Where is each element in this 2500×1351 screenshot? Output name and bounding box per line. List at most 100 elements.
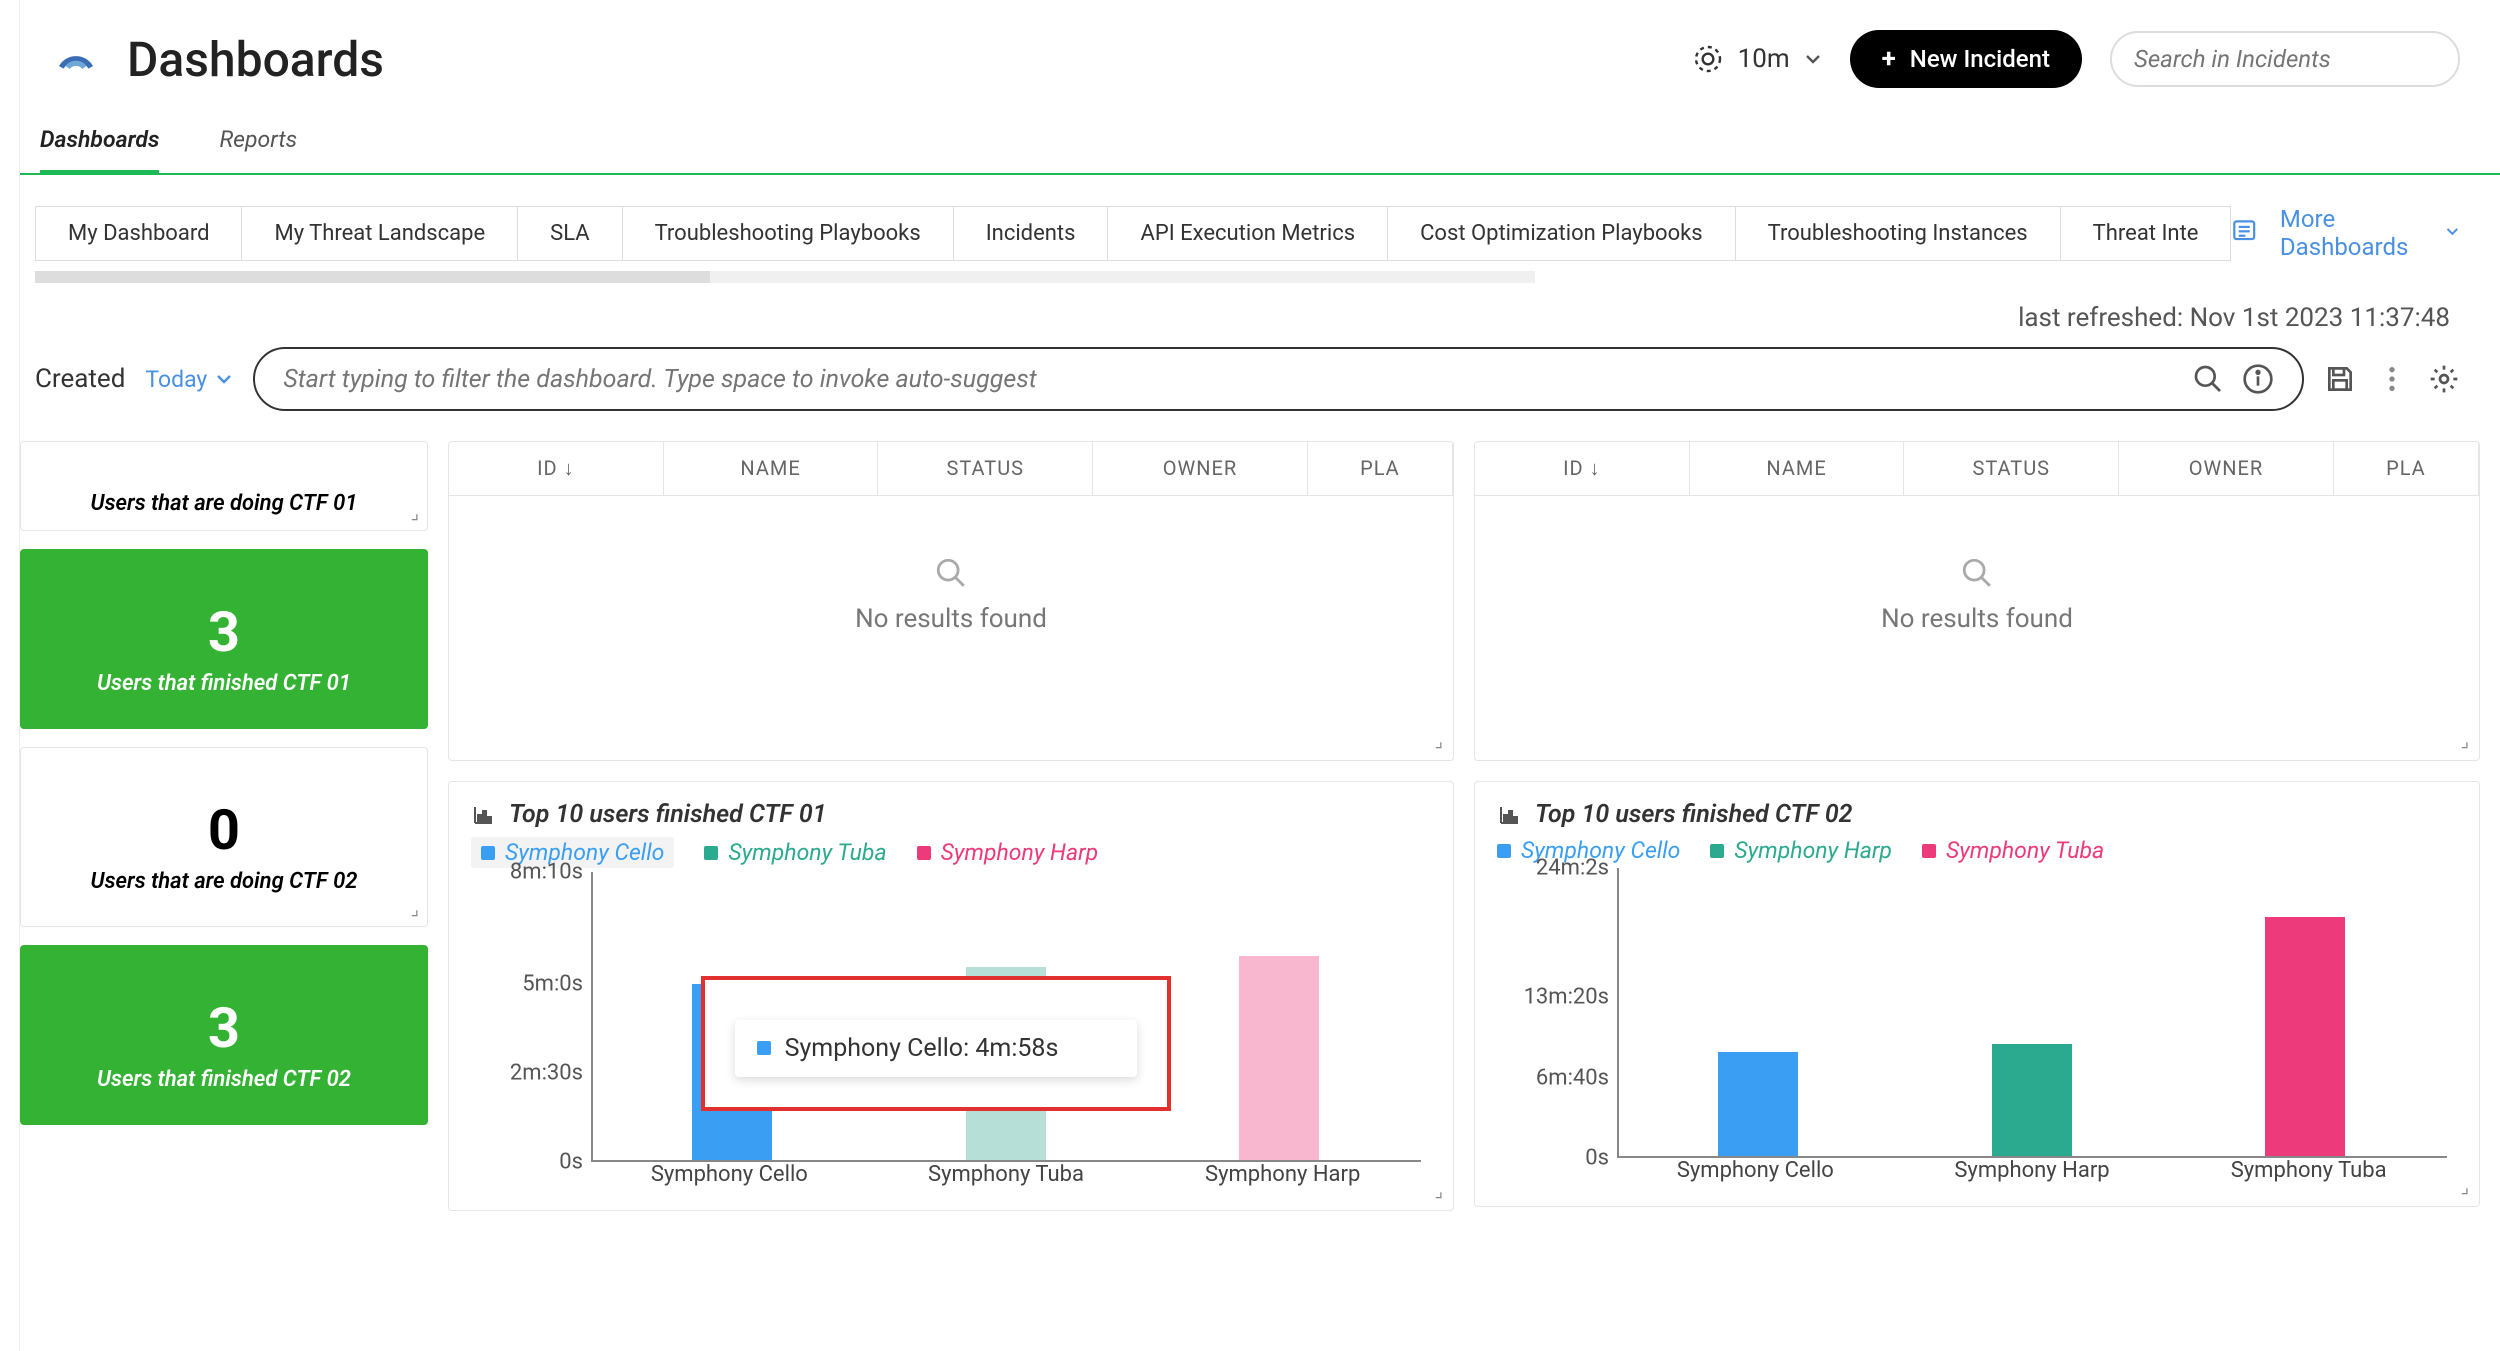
- dashboard-tab[interactable]: Threat Inte: [2061, 206, 2232, 261]
- stat-label: Users that finished CTF 01: [35, 671, 413, 696]
- dashboard-content: Users that are doing CTF 01 ⌟ 3 Users th…: [0, 441, 2500, 1211]
- stat-label: Users that finished CTF 02: [35, 1067, 413, 1092]
- legend-swatch: [1922, 844, 1936, 858]
- chart-bar[interactable]: [2265, 917, 2345, 1156]
- table-header: ID ↓ NAME STATUS OWNER PLA: [449, 442, 1453, 496]
- page-header: Dashboards 10m + New Incident: [0, 0, 2500, 108]
- resize-handle-icon[interactable]: ⌟: [2461, 731, 2469, 752]
- chart-title: Top 10 users finished CTF 02: [1535, 800, 1853, 829]
- column-header[interactable]: OWNER: [2119, 442, 2334, 495]
- legend-item[interactable]: Symphony Tuba: [1922, 837, 2104, 864]
- dashboard-tab[interactable]: Incidents: [954, 206, 1109, 261]
- app-logo-icon: [55, 38, 97, 80]
- chevron-down-icon: [2445, 224, 2460, 242]
- chart-bar[interactable]: [1718, 1052, 1798, 1156]
- incidents-table-panel-2: ID ↓ NAME STATUS OWNER PLA No results fo…: [1474, 441, 2480, 761]
- search-icon[interactable]: [2192, 363, 2224, 395]
- legend-item[interactable]: Symphony Harp: [1710, 837, 1892, 864]
- tab-reports[interactable]: Reports: [219, 108, 297, 173]
- resize-handle-icon[interactable]: ⌟: [2461, 1177, 2469, 1198]
- column-header[interactable]: STATUS: [878, 442, 1093, 495]
- chevron-down-icon: [215, 370, 233, 388]
- stat-value: 0: [35, 797, 413, 863]
- legend-item[interactable]: Symphony Harp: [917, 837, 1099, 868]
- stat-value: 3: [35, 995, 413, 1061]
- no-results: No results found: [449, 496, 1453, 694]
- table-header: ID ↓ NAME STATUS OWNER PLA: [1475, 442, 2479, 496]
- plus-icon: +: [1882, 44, 1896, 74]
- save-icon[interactable]: [2324, 363, 2356, 395]
- legend-item[interactable]: Symphony Tuba: [704, 837, 886, 868]
- dashboard-tab[interactable]: My Threat Landscape: [242, 206, 518, 261]
- incidents-table-panel-1: ID ↓ NAME STATUS OWNER PLA No results fo…: [448, 441, 1454, 761]
- stat-label: Users that are doing CTF 02: [35, 869, 413, 894]
- refresh-interval-value: 10m: [1738, 44, 1790, 74]
- bar-chart-icon: [471, 803, 495, 827]
- main-tabs: Dashboards Reports: [0, 108, 2500, 175]
- filter-row: Created Today: [0, 333, 2500, 441]
- y-axis: 8m:10s 5m:0s 2m:30s 0s: [471, 872, 591, 1162]
- search-incidents-input[interactable]: [2134, 45, 2445, 73]
- chart-panel-ctf02: Top 10 users finished CTF 02 Symphony Ce…: [1474, 781, 2480, 1207]
- column-header[interactable]: PLA: [2334, 442, 2479, 495]
- dashboard-tab[interactable]: Cost Optimization Playbooks: [1388, 206, 1736, 261]
- stat-card-ctf02-doing: 0 Users that are doing CTF 02 ⌟: [20, 747, 428, 927]
- chart-legend: Symphony Cello Symphony Harp Symphony Tu…: [1497, 837, 2457, 864]
- column-header[interactable]: NAME: [1690, 442, 1905, 495]
- resize-handle-icon[interactable]: ⌟: [411, 503, 419, 524]
- chevron-down-icon: [1804, 50, 1822, 68]
- dashboard-tab[interactable]: SLA: [518, 206, 622, 261]
- last-refreshed-text: last refreshed: Nov 1st 2023 11:37:48: [0, 283, 2500, 333]
- created-range-selector[interactable]: Today: [145, 366, 233, 393]
- stat-value: 3: [35, 599, 413, 665]
- new-incident-button[interactable]: + New Incident: [1850, 30, 2082, 88]
- list-icon[interactable]: [2231, 217, 2257, 249]
- dashboard-tab[interactable]: My Dashboard: [35, 206, 242, 261]
- y-axis: 24m:2s 13m:20s 6m:40s 0s: [1497, 868, 1617, 1158]
- stat-label: Users that are doing CTF 01: [35, 491, 413, 516]
- more-vertical-icon[interactable]: [2376, 363, 2408, 395]
- chart-bar[interactable]: [1239, 956, 1319, 1160]
- column-header[interactable]: ID ↓: [449, 442, 664, 495]
- dashboard-tab[interactable]: Troubleshooting Playbooks: [623, 206, 954, 261]
- created-label: Created: [35, 364, 125, 394]
- dashboard-tab[interactable]: Troubleshooting Instances: [1736, 206, 2061, 261]
- legend-swatch: [481, 846, 495, 860]
- x-axis: Symphony Cello Symphony Harp Symphony Tu…: [1617, 1158, 2447, 1188]
- plot: Symphony Cello: 4m:58s: [591, 872, 1421, 1162]
- search-icon: [934, 556, 968, 590]
- chart-plot-area: 8m:10s 5m:0s 2m:30s 0s Symphony Cello: 4…: [471, 872, 1431, 1192]
- column-header[interactable]: STATUS: [1904, 442, 2119, 495]
- gear-icon[interactable]: [2428, 363, 2460, 395]
- search-incidents-field[interactable]: [2110, 31, 2460, 87]
- chart-bar[interactable]: [1992, 1044, 2072, 1156]
- refresh-icon: [1692, 43, 1724, 75]
- column-header[interactable]: ID ↓: [1475, 442, 1690, 495]
- dashboard-tab[interactable]: API Execution Metrics: [1108, 206, 1388, 261]
- resize-handle-icon[interactable]: ⌟: [1435, 731, 1443, 752]
- dashboard-tab-strip: My Dashboard My Threat Landscape SLA Tro…: [0, 175, 2500, 261]
- plot: [1617, 868, 2447, 1158]
- left-rail: [0, 0, 20, 1351]
- stat-card-ctf01-doing: Users that are doing CTF 01 ⌟: [20, 441, 428, 531]
- resize-handle-icon[interactable]: ⌟: [411, 899, 419, 920]
- column-header[interactable]: NAME: [664, 442, 879, 495]
- tab-scrollbar[interactable]: [35, 271, 1535, 283]
- refresh-interval-selector[interactable]: 10m: [1692, 43, 1822, 75]
- legend-swatch: [1710, 844, 1724, 858]
- more-dashboards-link[interactable]: More Dashboards: [2280, 205, 2460, 261]
- dashboard-filter-field[interactable]: [253, 347, 2304, 411]
- legend-swatch: [704, 846, 718, 860]
- legend-swatch: [757, 1041, 771, 1055]
- chart-tooltip: Symphony Cello: 4m:58s: [701, 976, 1171, 1111]
- tab-dashboards[interactable]: Dashboards: [40, 108, 159, 173]
- dashboard-filter-input[interactable]: [283, 365, 2178, 394]
- chart-legend: Symphony Cello Symphony Tuba Symphony Ha…: [471, 837, 1431, 868]
- column-header[interactable]: OWNER: [1093, 442, 1308, 495]
- info-icon[interactable]: [2242, 363, 2274, 395]
- resize-handle-icon[interactable]: ⌟: [1435, 1181, 1443, 1202]
- new-incident-label: New Incident: [1910, 45, 2050, 73]
- stat-card-ctf02-finished: 3 Users that finished CTF 02: [20, 945, 428, 1125]
- column-header[interactable]: PLA: [1308, 442, 1453, 495]
- search-icon: [1960, 556, 1994, 590]
